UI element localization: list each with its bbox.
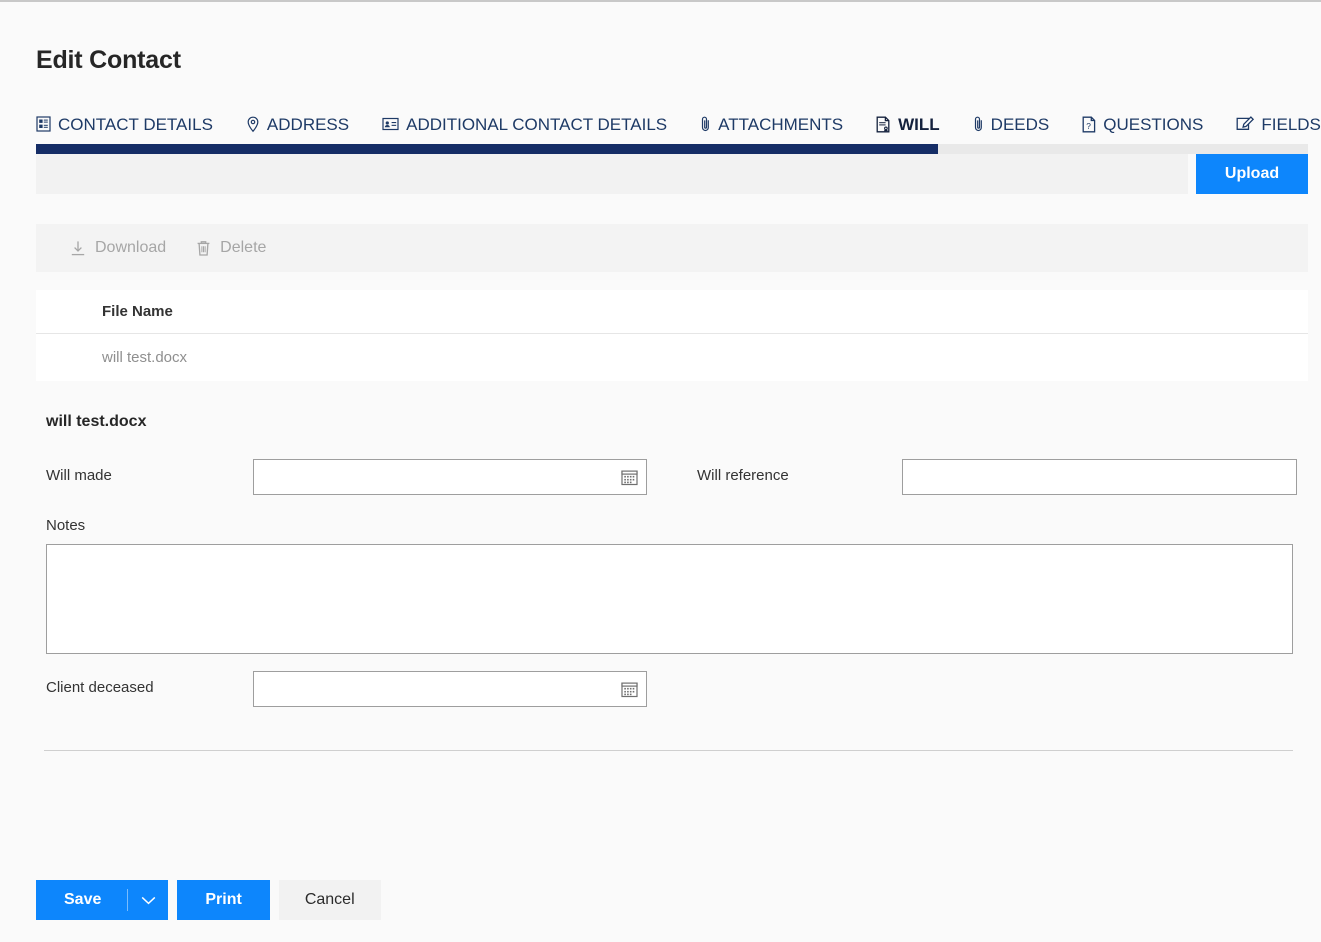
footer-actions: Save Print Cancel (36, 880, 381, 920)
tab-attachments[interactable]: ATTACHMENTS (700, 106, 843, 142)
progress-strip-remaining (938, 144, 1308, 154)
tab-bar: CONTACT DETAILS ADDRESS ADDITIONAL CONTA… (36, 106, 1321, 144)
tab-label: DEEDS (990, 114, 1050, 134)
tab-label: FIELDS (1261, 114, 1321, 134)
delete-label: Delete (220, 239, 267, 256)
save-dropdown-button[interactable] (128, 880, 169, 920)
question-document-icon: ? (1082, 116, 1096, 133)
tab-additional-contact-details[interactable]: ADDITIONAL CONTACT DETAILS (382, 106, 667, 142)
tab-will[interactable]: WILL (876, 106, 940, 142)
tab-contact-details[interactable]: CONTACT DETAILS (36, 106, 213, 142)
delete-button[interactable]: Delete (196, 239, 266, 257)
download-icon (70, 240, 86, 257)
print-button[interactable]: Print (177, 880, 270, 920)
section-divider (44, 750, 1293, 751)
trash-icon (196, 240, 211, 257)
download-label: Download (95, 239, 167, 256)
upload-dropzone[interactable] (36, 154, 1188, 194)
will-made-datefield (253, 459, 647, 495)
id-card-icon (382, 117, 399, 131)
client-deceased-label: Client deceased (46, 679, 154, 696)
edit-document-icon (1236, 116, 1255, 132)
contact-card-icon (36, 116, 51, 132)
download-button[interactable]: Download (70, 239, 166, 257)
will-made-label: Will made (46, 467, 112, 484)
calendar-icon[interactable] (621, 469, 638, 486)
notes-label: Notes (46, 517, 86, 534)
tab-label: ATTACHMENTS (718, 114, 844, 134)
will-made-input[interactable] (253, 459, 647, 495)
svg-text:?: ? (1086, 121, 1091, 131)
progress-strip (36, 144, 1308, 154)
notes-textarea[interactable] (46, 544, 1293, 654)
detail-heading: will test.docx (46, 413, 147, 430)
file-command-bar: Download Delete (36, 224, 1308, 272)
save-button[interactable]: Save (36, 880, 128, 920)
tab-questions[interactable]: ? QUESTIONS (1082, 106, 1203, 142)
will-reference-label: Will reference (697, 467, 789, 484)
tab-fields[interactable]: FIELDS (1236, 106, 1321, 142)
cell-file-name: will test.docx (102, 349, 188, 366)
tab-deeds[interactable]: DEEDS (973, 106, 1050, 142)
cancel-button[interactable]: Cancel (278, 880, 381, 920)
tab-label: ADDITIONAL CONTACT DETAILS (406, 114, 668, 134)
tab-label: QUESTIONS (1103, 114, 1204, 134)
tab-address[interactable]: ADDRESS (246, 106, 349, 142)
paperclip-icon (700, 115, 711, 133)
page-title: Edit Contact (36, 46, 181, 74)
tab-label: WILL (898, 114, 940, 134)
file-table: File Name will test.docx (36, 290, 1308, 381)
progress-strip-filled (36, 144, 938, 154)
tab-label: CONTACT DETAILS (58, 114, 213, 134)
will-reference-input[interactable] (902, 459, 1297, 495)
file-table-header: File Name (36, 290, 1308, 334)
client-deceased-input[interactable] (253, 671, 647, 707)
client-deceased-datefield (253, 671, 647, 707)
column-header-file-name: File Name (102, 303, 173, 320)
will-document-icon (876, 116, 891, 133)
tab-label: ADDRESS (266, 114, 350, 134)
table-row[interactable]: will test.docx (36, 334, 1308, 381)
calendar-icon[interactable] (621, 681, 638, 698)
upload-row: Upload (36, 154, 1308, 194)
upload-button[interactable]: Upload (1196, 154, 1308, 194)
map-pin-icon (246, 116, 260, 133)
save-split-button: Save (36, 880, 169, 920)
paperclip-icon (973, 115, 984, 133)
chevron-down-icon (141, 893, 156, 908)
edit-contact-page: Edit Contact CONTACT DETAILS ADDRESS ADD… (0, 0, 1321, 942)
